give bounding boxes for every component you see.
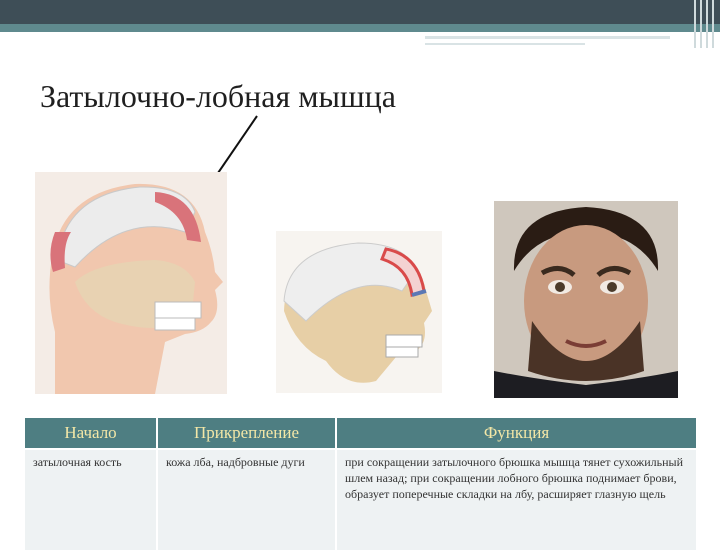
face-photo [494,201,678,398]
decor-stripes [690,0,720,48]
table-row: затылочная кость кожа лба, надбровные ду… [25,450,696,550]
header-function: Функция [337,418,696,448]
head-muscle-illustration [35,172,227,394]
decor-line [425,36,670,39]
skull-illustration [276,231,442,393]
cell-function: при сокращении затылочного брюшка мышца … [337,450,696,550]
slide-title: Затылочно-лобная мышца [40,78,396,114]
slide-top-bar [0,0,720,24]
muscle-info-table: Начало Прикрепление Функция затылочная к… [23,416,698,552]
slide-accent-bar [0,24,720,32]
table-header-row: Начало Прикрепление Функция [25,418,696,448]
decor-line [425,43,585,45]
header-insertion: Прикрепление [158,418,335,448]
header-origin: Начало [25,418,156,448]
cell-origin: затылочная кость [25,450,156,550]
cell-insertion: кожа лба, надбровные дуги [158,450,335,550]
